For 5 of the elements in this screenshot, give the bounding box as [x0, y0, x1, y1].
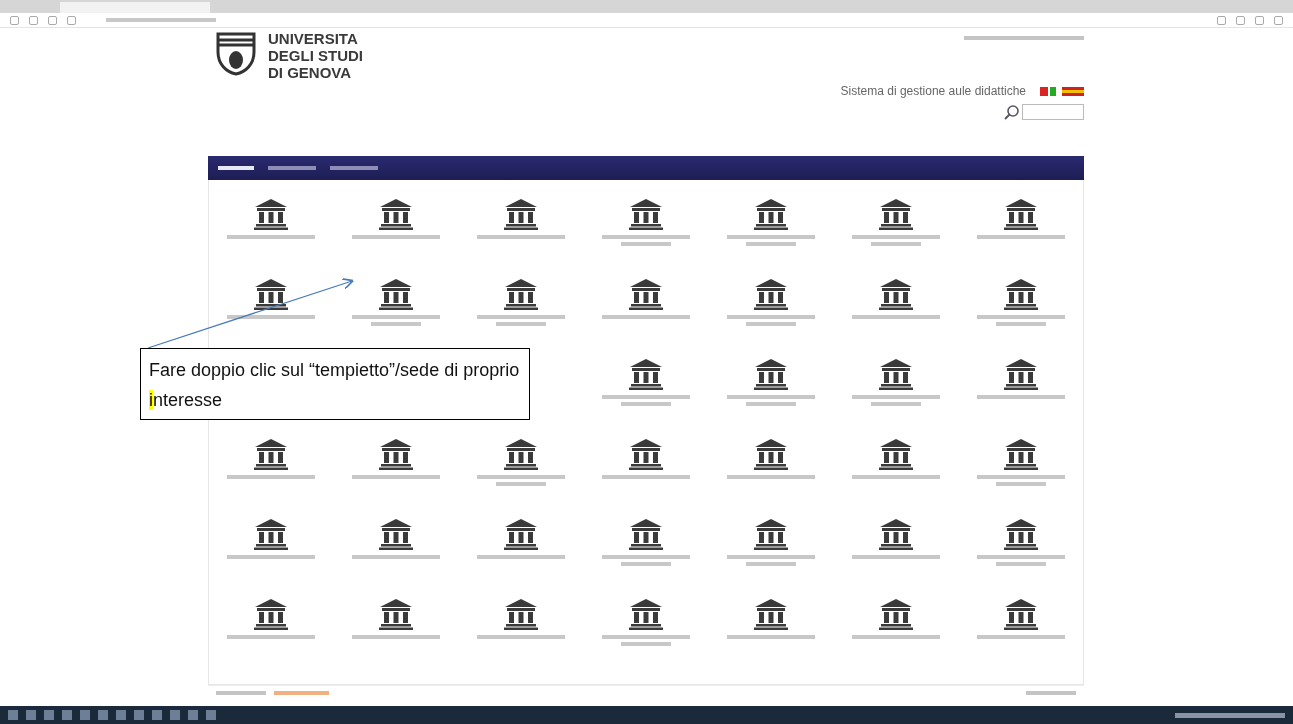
- callout-text: Fare doppio clic sul “tempietto”/sede di proprio interesse: [140, 348, 530, 420]
- university-name: DI GENOVA: [268, 64, 353, 81]
- university-name: DEGLI STUDI: [268, 47, 363, 64]
- system-title: Sistema di gestione aule didattiche: [840, 84, 1026, 98]
- university-name: UNIVERSITA: [268, 30, 359, 47]
